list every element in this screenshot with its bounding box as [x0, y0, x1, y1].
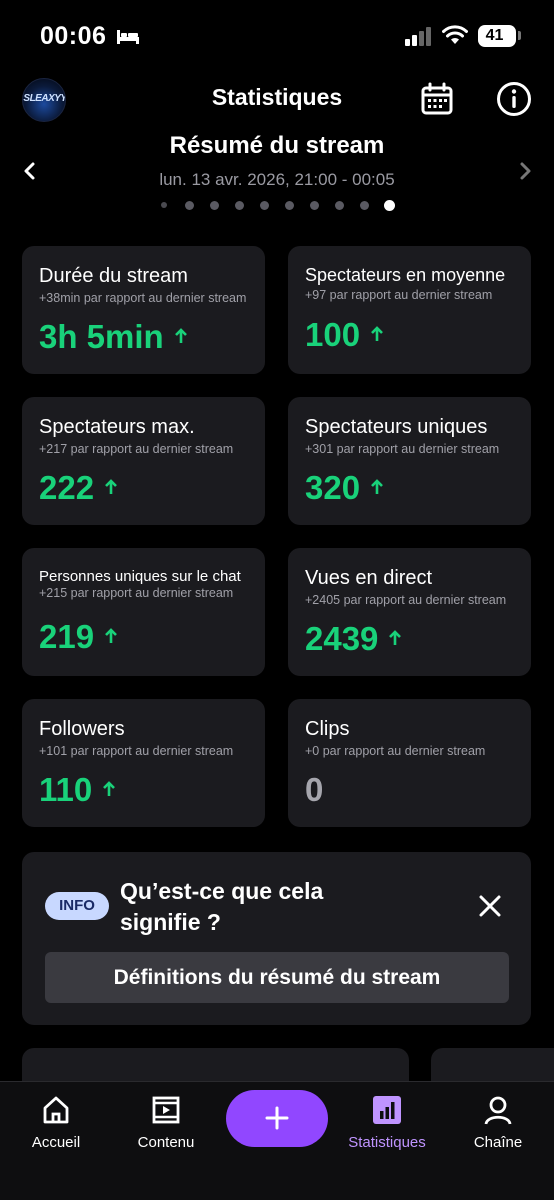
stat-label: Vues en direct — [305, 567, 433, 589]
info-panel: INFO Qu’est-ce que cela signifie ? Défin… — [22, 852, 531, 1025]
stat-label: Spectateurs max. — [39, 416, 195, 438]
pagination-dot[interactable] — [184, 200, 194, 210]
arrow-up-icon — [371, 326, 383, 341]
stat-label: Spectateurs uniques — [305, 416, 488, 438]
pagination-dot[interactable] — [161, 202, 167, 208]
pagination-dot[interactable] — [359, 200, 369, 210]
pagination-dot[interactable] — [234, 200, 244, 210]
stat-card-duration[interactable]: Durée du stream +38min par rapport au de… — [22, 246, 265, 374]
stat-value-text: 222 — [39, 469, 95, 506]
stat-comparison: +215 par rapport au dernier stream — [39, 586, 234, 600]
stat-label: Durée du stream — [39, 265, 188, 287]
nav-chaine[interactable]: Chaîne — [448, 1094, 548, 1154]
stat-comparison: +97 par rapport au dernier stream — [305, 288, 493, 302]
arrow-up-icon — [371, 479, 383, 494]
wifi-icon — [442, 25, 468, 44]
chevron-right-icon[interactable] — [515, 160, 535, 182]
status-bar: 00:06 41 — [0, 0, 554, 72]
stat-value-text: 219 — [39, 618, 95, 655]
stat-card-clips[interactable]: Clips +0 par rapport au dernier stream 0 — [288, 699, 531, 827]
stat-value-text: 110 — [39, 771, 93, 808]
stat-card-max-viewers[interactable]: Spectateurs max. +217 par rapport au der… — [22, 397, 265, 525]
stat-value-text: 320 — [305, 469, 361, 506]
pagination-dot[interactable] — [334, 200, 344, 210]
stat-value-text: 100 — [305, 316, 361, 353]
profile-icon — [484, 1096, 512, 1125]
stat-comparison: +0 par rapport au dernier stream — [305, 744, 486, 758]
arrow-up-icon — [103, 781, 116, 796]
stat-value: 2439 — [305, 620, 402, 658]
stat-value: 110 — [39, 771, 116, 809]
stat-value: 219 — [39, 618, 118, 656]
stat-comparison: +217 par rapport au dernier stream — [39, 442, 234, 456]
info-circle-icon[interactable] — [496, 81, 532, 117]
arrow-up-icon — [389, 630, 402, 645]
info-question: Qu’est-ce que cela signifie ? — [120, 878, 324, 935]
pagination-dot[interactable] — [284, 200, 294, 210]
pagination-dot[interactable] — [309, 200, 319, 210]
pagination-dots[interactable] — [0, 199, 554, 211]
stat-comparison: +301 par rapport au dernier stream — [305, 442, 500, 456]
stat-card-live-views[interactable]: Vues en direct +2405 par rapport au dern… — [288, 548, 531, 676]
stat-card-followers[interactable]: Followers +101 par rapport au dernier st… — [22, 699, 265, 827]
stat-value-text: 0 — [305, 771, 324, 808]
nav-label: Accueil — [31, 1134, 81, 1151]
page-title: Statistiques — [211, 84, 343, 110]
stat-label: Clips — [305, 718, 350, 740]
home-icon — [43, 1096, 69, 1124]
cellular-signal-icon — [405, 27, 431, 46]
nav-accueil[interactable]: Accueil — [6, 1094, 106, 1154]
stat-value: 0 — [305, 771, 323, 809]
close-icon[interactable] — [478, 894, 502, 918]
stat-comparison: +2405 par rapport au dernier stream — [305, 593, 507, 607]
nav-label: Contenu — [137, 1134, 195, 1151]
nav-contenu[interactable]: Contenu — [116, 1094, 216, 1154]
nav-label: Statistiques — [348, 1134, 426, 1151]
calendar-icon[interactable] — [420, 82, 454, 116]
summary-title: Résumé du stream — [169, 132, 385, 159]
pagination-dot[interactable] — [383, 199, 395, 211]
stat-value-text: 2439 — [305, 620, 379, 657]
pagination-dot[interactable] — [259, 200, 269, 210]
nav-statistiques[interactable]: Statistiques — [337, 1094, 437, 1154]
arrow-up-icon — [105, 479, 117, 494]
stat-label: Spectateurs en moyenne — [305, 265, 506, 285]
nav-label: Chaîne — [473, 1134, 523, 1151]
stat-value: 222 — [39, 469, 118, 507]
battery-indicator: 41 — [478, 25, 516, 47]
bar-chart-icon — [373, 1096, 401, 1124]
arrow-up-icon — [105, 628, 117, 643]
stat-card-unique-chatters[interactable]: Personnes uniques sur le chat +215 par r… — [22, 548, 265, 676]
film-icon — [152, 1096, 180, 1124]
summary-date-range: lun. 13 avr. 2026, 21:00 - 00:05 — [159, 170, 395, 189]
stat-label: Followers — [39, 718, 125, 740]
stat-value: 320 — [305, 469, 384, 507]
bottom-navigation: Accueil Contenu Statistiques Chaîne — [0, 1081, 554, 1200]
info-badge: INFO — [45, 892, 109, 920]
status-time: 00:06 — [40, 22, 107, 50]
battery-tip — [518, 31, 521, 40]
stat-value: 100 — [305, 316, 384, 354]
battery-level: 41 — [485, 27, 504, 44]
pagination-dot[interactable] — [209, 200, 219, 210]
bed-icon — [117, 30, 139, 44]
stat-comparison: +101 par rapport au dernier stream — [39, 744, 234, 758]
plus-icon — [265, 1106, 289, 1130]
arrow-up-icon — [174, 328, 187, 343]
stat-card-unique-viewers[interactable]: Spectateurs uniques +301 par rapport au … — [288, 397, 531, 525]
create-button[interactable] — [226, 1090, 328, 1147]
stat-label: Personnes uniques sur le chat — [39, 568, 241, 585]
stat-card-avg-viewers[interactable]: Spectateurs en moyenne +97 par rapport a… — [288, 246, 531, 374]
stat-value: 3h 5min — [39, 318, 188, 356]
definitions-button[interactable]: Définitions du résumé du stream — [45, 952, 509, 1003]
stat-value-text: 3h 5min — [39, 318, 164, 355]
stat-comparison: +38min par rapport au dernier stream — [39, 291, 247, 305]
